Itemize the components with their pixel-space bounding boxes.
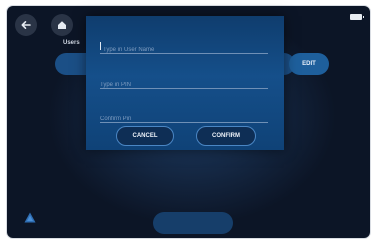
user-name-field[interactable] [100,38,268,58]
user-name-input[interactable] [100,42,268,58]
triangle-logo-icon [24,212,36,223]
brand-logo [15,212,45,225]
confirm-pin-field[interactable] [100,107,268,127]
pin-field[interactable] [100,73,268,93]
bottom-action-button[interactable] [153,212,233,234]
confirm-button[interactable]: CONFIRM [196,126,256,146]
cancel-button[interactable]: CANCEL [116,126,174,146]
edit-button[interactable]: EDIT [289,53,329,75]
back-button[interactable] [15,14,37,36]
confirm-pin-input[interactable] [100,111,268,127]
home-icon [58,21,66,29]
users-label: Users [63,40,80,46]
home-button[interactable] [51,14,73,36]
battery-icon [350,14,364,20]
arrow-left-icon [21,21,31,29]
pin-input[interactable] [100,77,268,93]
